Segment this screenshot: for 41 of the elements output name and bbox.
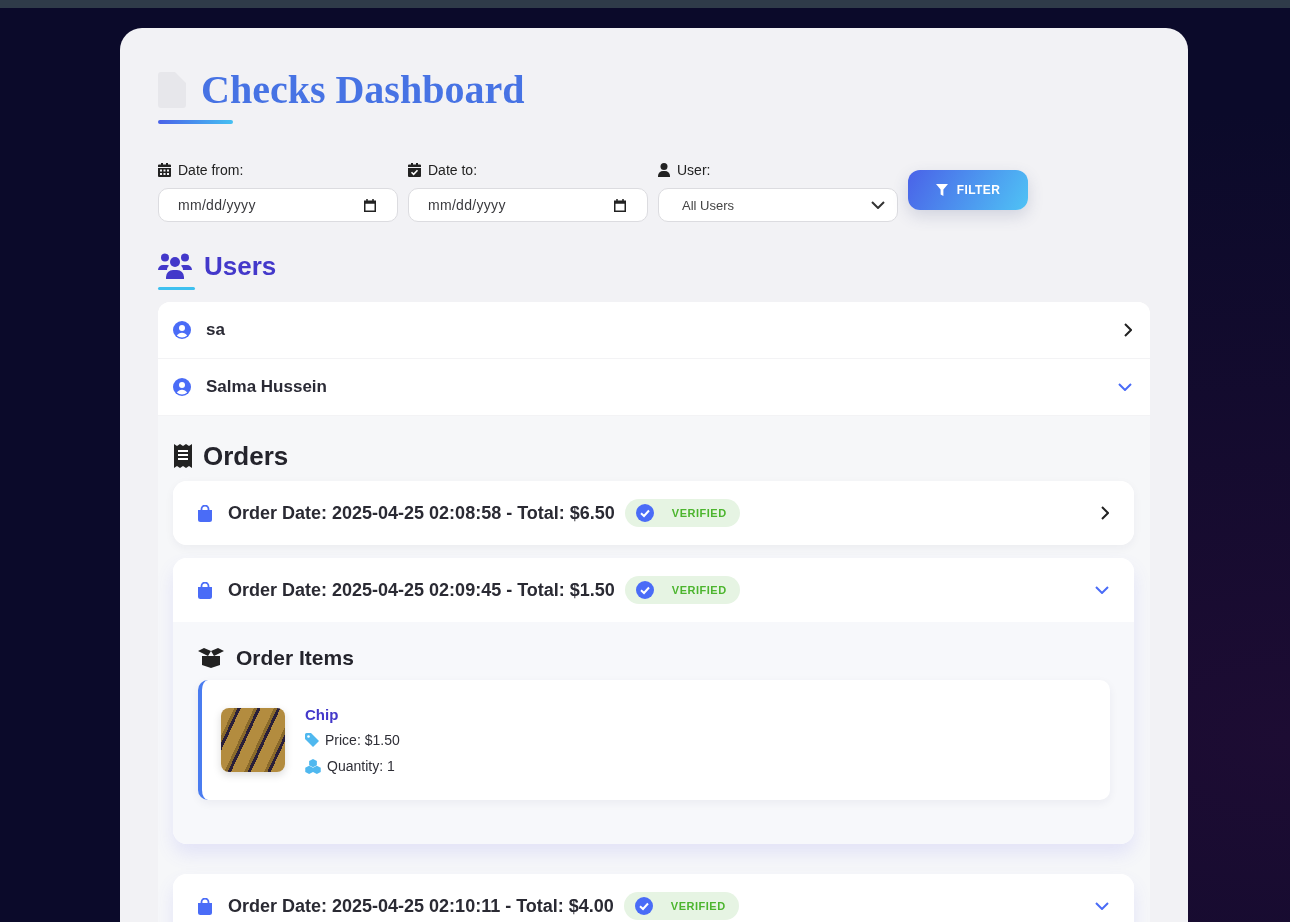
page-title: Checks Dashboard xyxy=(201,68,525,112)
calendar-icon[interactable] xyxy=(614,199,626,212)
order-header[interactable]: Order Date: 2025-04-25 02:09:45 - Total: $1.50 VERIFIED xyxy=(173,558,1134,622)
status-text: VERIFIED xyxy=(671,584,727,596)
status-text: VERIFIED xyxy=(670,900,726,912)
photo-placeholder xyxy=(221,708,285,772)
filter-icon xyxy=(935,184,948,196)
receipt-icon xyxy=(174,444,192,468)
section-title: Orders xyxy=(203,440,289,472)
user-icon xyxy=(658,163,670,177)
section-title: Order Items xyxy=(236,646,354,670)
order-header[interactable]: Order Date: 2025-04-25 02:10:11 - Total: $4.00 VERIFIED xyxy=(173,874,1134,922)
check-circle-icon xyxy=(635,581,654,599)
check-circle-icon xyxy=(635,504,654,522)
section-accent-bar xyxy=(158,287,195,290)
field-label: Date to: xyxy=(428,162,478,178)
user-select[interactable]: All Users xyxy=(658,188,898,222)
user-circle-icon xyxy=(173,321,191,339)
section-title: Users xyxy=(204,250,277,282)
order-header[interactable]: Order Date: 2025-04-25 02:08:58 - Total: $6.50 VERIFIED xyxy=(173,481,1134,545)
user-circle-icon xyxy=(173,378,191,396)
calendar-icon[interactable] xyxy=(364,199,376,212)
tag-icon xyxy=(305,733,319,747)
item-price: Price: $1.50 xyxy=(325,730,400,750)
item-quantity: Quantity: 1 xyxy=(327,756,395,776)
open-box-icon xyxy=(198,648,224,668)
users-icon xyxy=(158,253,192,279)
shopping-bag-icon xyxy=(197,504,213,522)
field-label: User: xyxy=(677,162,711,178)
date-field[interactable]: mm/dd/yyyy xyxy=(158,188,398,222)
shopping-bag-icon xyxy=(197,581,213,599)
check-circle-icon xyxy=(634,897,653,915)
item-name: Chip xyxy=(305,704,340,724)
field-label: Date from: xyxy=(178,162,244,178)
cubes-icon xyxy=(305,758,321,774)
calendar-icon xyxy=(158,163,171,177)
status-text: VERIFIED xyxy=(671,507,727,519)
shopping-bag-icon xyxy=(197,897,213,915)
calendar-check-icon xyxy=(408,163,421,177)
chevron-down-icon xyxy=(871,201,885,209)
date-field[interactable]: mm/dd/yyyy xyxy=(408,188,648,222)
